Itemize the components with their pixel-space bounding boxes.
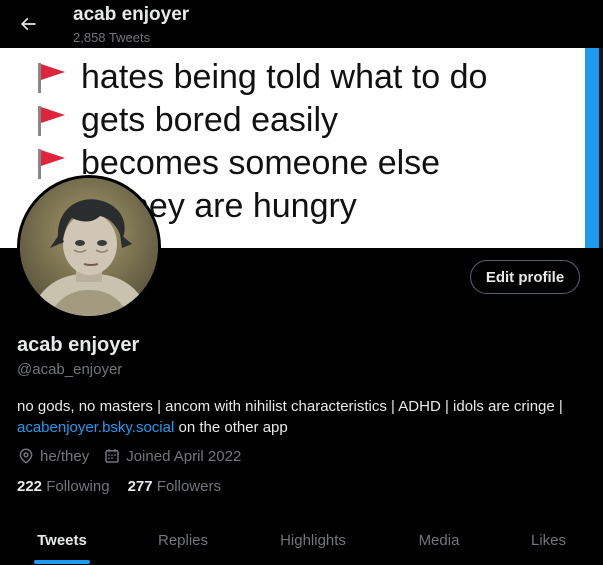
red-flag-icon (38, 105, 65, 136)
pronouns-item: he/they (17, 447, 89, 465)
tab-media[interactable]: Media (384, 516, 494, 564)
active-tab-indicator (34, 560, 90, 564)
follow-counts: 222 Following 277 Followers (17, 478, 239, 495)
banner-line: gets bored easily (35, 101, 338, 140)
calendar-icon (105, 449, 119, 463)
followers-label: Followers (156, 478, 221, 495)
profile-bio: no gods, no masters | ancom with nihilis… (17, 396, 592, 438)
banner-line: hates being told what to do (35, 58, 487, 97)
profile-meta: he/they Joined April 2022 (17, 447, 255, 465)
tab-tweets[interactable]: Tweets (0, 516, 124, 564)
followers-link[interactable]: 277 Followers (128, 478, 221, 495)
edit-profile-button[interactable]: Edit profile (470, 260, 580, 294)
tab-replies[interactable]: Replies (124, 516, 242, 564)
following-link[interactable]: 222 Following (17, 478, 110, 495)
avatar-illustration (20, 178, 158, 316)
tab-label: Replies (157, 531, 209, 549)
red-flag-icon (38, 62, 65, 93)
avatar[interactable] (17, 175, 161, 319)
tab-likes[interactable]: Likes (494, 516, 603, 564)
tab-label: Tweets (37, 531, 87, 549)
arrow-left-icon (20, 17, 36, 31)
back-button[interactable] (14, 10, 42, 38)
header-display-name: acab enjoyer (73, 4, 190, 25)
joined-item: Joined April 2022 (103, 447, 241, 465)
red-flag-icon (38, 148, 65, 179)
tab-label: Likes (530, 531, 567, 549)
tab-highlights[interactable]: Highlights (242, 516, 384, 564)
profile-header-bar: acab enjoyer 2,858 Tweets (0, 0, 603, 48)
bio-link[interactable]: acabenjoyer.bsky.social (17, 419, 174, 436)
banner-decoration (599, 48, 603, 248)
profile-handle: @acab_enjoyer (17, 361, 123, 378)
location-pin-icon (19, 448, 33, 464)
pronouns-text: he/they (40, 447, 90, 465)
following-label: Following (46, 478, 110, 495)
joined-text: Joined April 2022 (126, 447, 242, 465)
bio-text: no gods, no masters | ancom with nihilis… (17, 398, 563, 415)
following-count: 222 (17, 478, 43, 495)
profile-display-name: acab enjoyer (17, 334, 140, 356)
bio-suffix: on the other app (174, 419, 288, 436)
tab-label: Media (418, 531, 460, 549)
followers-count: 277 (127, 478, 153, 495)
profile-tabs: Tweets Replies Highlights Media Likes (0, 516, 603, 565)
banner-line: hey are hungry (130, 187, 357, 225)
tab-label: Highlights (280, 531, 346, 549)
header-tweet-count: 2,858 Tweets (73, 30, 151, 45)
